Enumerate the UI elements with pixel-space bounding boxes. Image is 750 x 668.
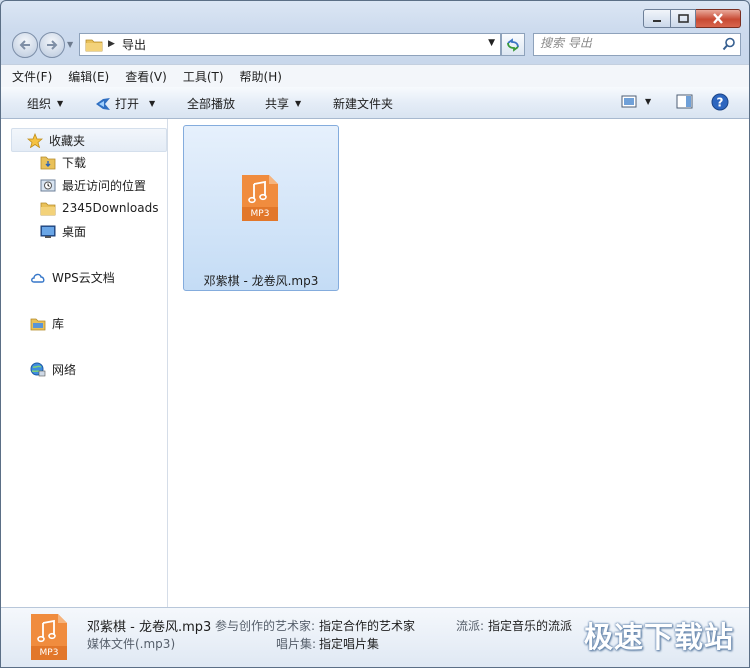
nav-downloads-label: 下载 [62, 155, 87, 170]
help-icon: ? [711, 93, 729, 111]
desktop-icon [39, 223, 57, 239]
menu-bar: 文件(F) 编辑(E) 查看(V) 工具(T) 帮助(H) [1, 64, 749, 87]
file-item[interactable]: MP3 邓紫棋 - 龙卷风.mp3 [183, 125, 339, 291]
nav-downloads[interactable]: 下载 [39, 152, 86, 172]
nav-libraries[interactable]: 库 [29, 313, 64, 333]
organize-label: 组织 [27, 97, 52, 111]
nav-wps-cloud[interactable]: WPS云文档 [29, 267, 115, 287]
file-list: MP3 邓紫棋 - 龙卷风.mp3 [168, 119, 749, 607]
library-icon [29, 315, 47, 331]
nav-network[interactable]: 网络 [29, 359, 76, 379]
open-button[interactable]: 打开 ▼ [95, 95, 155, 112]
media-player-icon [96, 97, 110, 110]
explorer-window: ▼ ▶ 导出 ▼ 文件(F) 编辑(E) 查看(V) 工具(T) 帮助(H) [0, 0, 750, 668]
details-album-value[interactable]: 指定唱片集 [319, 635, 379, 652]
close-icon [713, 13, 723, 24]
details-file-name: 邓紫棋 - 龙卷风.mp3 [87, 620, 212, 635]
menu-tools[interactable]: 工具(T) [183, 68, 224, 85]
watermark: 极速下载站 [583, 620, 734, 654]
file-badge: MP3 [250, 209, 270, 219]
nav-wps-cloud-label: WPS云文档 [52, 270, 115, 285]
svg-text:?: ? [717, 96, 724, 110]
command-bar: 组织 ▼ 打开 ▼ 全部播放 共享 ▼ 新建文件夹 ▼ ? [1, 87, 749, 119]
navigation-pane: 收藏夹 下载 最近访问的位置 2345Downloads 桌面 WPS云文档 库… [1, 119, 168, 607]
address-bar[interactable]: ▶ 导出 ▼ [79, 33, 501, 56]
nav-2345downloads[interactable]: 2345Downloads [39, 198, 158, 218]
minimize-button[interactable] [643, 9, 671, 28]
nav-network-label: 网络 [52, 362, 77, 377]
help-button[interactable]: ? [711, 93, 729, 111]
new-folder-label: 新建文件夹 [333, 97, 394, 111]
details-file-type: 媒体文件(.mp3) [87, 637, 176, 651]
search-input[interactable] [540, 36, 710, 50]
refresh-icon [507, 37, 519, 52]
address-dropdown[interactable]: ▼ [488, 38, 495, 48]
back-button[interactable] [12, 32, 38, 58]
caption-buttons [643, 9, 741, 28]
organize-button[interactable]: 组织 ▼ [27, 95, 63, 112]
open-label: 打开 [115, 97, 140, 111]
cloud-icon [29, 269, 47, 285]
chevron-down-icon: ▼ [57, 99, 64, 108]
recent-places-icon [39, 177, 57, 193]
nav-desktop[interactable]: 桌面 [39, 221, 86, 241]
play-all-label: 全部播放 [187, 97, 236, 111]
details-badge: MP3 [39, 648, 59, 658]
search-box[interactable] [533, 33, 741, 56]
chevron-down-icon: ▼ [295, 99, 302, 108]
play-all-button[interactable]: 全部播放 [187, 95, 235, 112]
minimize-icon [653, 19, 661, 22]
nav-favorites[interactable]: 收藏夹 [11, 128, 167, 152]
breadcrumb-current[interactable]: 导出 [122, 36, 146, 53]
new-folder-button[interactable]: 新建文件夹 [333, 95, 393, 112]
recent-pages-dropdown[interactable]: ▼ [67, 40, 73, 49]
menu-edit[interactable]: 编辑(E) [68, 68, 109, 85]
maximize-icon [677, 14, 689, 23]
nav-recent[interactable]: 最近访问的位置 [39, 175, 146, 195]
folder-icon [39, 154, 57, 170]
folder-icon [85, 39, 103, 52]
details-artist-value[interactable]: 指定合作的艺术家 [319, 617, 415, 634]
arrow-right-icon [47, 40, 58, 50]
refresh-button[interactable] [501, 33, 525, 56]
maximize-button[interactable] [671, 9, 696, 28]
breadcrumb-separator[interactable]: ▶ [108, 39, 115, 49]
chevron-down-icon: ▼ [645, 97, 652, 106]
details-mp3-icon: MP3 [30, 613, 68, 661]
share-label: 共享 [265, 97, 290, 111]
details-genre-label: 流派: [456, 619, 485, 633]
mp3-file-icon: MP3 [241, 174, 279, 222]
nav-2345downloads-label: 2345Downloads [62, 201, 159, 215]
change-view-button[interactable]: ▼ [621, 95, 651, 108]
details-genre-value[interactable]: 指定音乐的流派 [488, 617, 572, 634]
details-artist-label: 参与创作的艺术家: [215, 619, 316, 633]
nav-favorites-label: 收藏夹 [49, 133, 86, 148]
chevron-down-icon: ▼ [149, 99, 156, 108]
file-name[interactable]: 邓紫棋 - 龙卷风.mp3 [184, 272, 338, 289]
arrow-left-icon [19, 40, 30, 50]
view-icon [621, 95, 637, 108]
nav-desktop-label: 桌面 [62, 224, 87, 239]
folder-icon [39, 200, 57, 216]
preview-pane-button[interactable] [676, 94, 693, 109]
menu-help[interactable]: 帮助(H) [240, 68, 282, 85]
search-icon[interactable] [722, 37, 736, 51]
preview-pane-icon [676, 94, 693, 109]
close-button[interactable] [696, 9, 741, 28]
nav-recent-label: 最近访问的位置 [62, 178, 147, 193]
star-icon [26, 132, 44, 148]
menu-file[interactable]: 文件(F) [12, 68, 52, 85]
network-icon [29, 361, 47, 377]
forward-button[interactable] [39, 32, 65, 58]
share-button[interactable]: 共享 ▼ [265, 95, 301, 112]
details-album-label: 唱片集: [276, 637, 317, 651]
nav-libraries-label: 库 [52, 316, 65, 331]
menu-view[interactable]: 查看(V) [125, 68, 167, 85]
